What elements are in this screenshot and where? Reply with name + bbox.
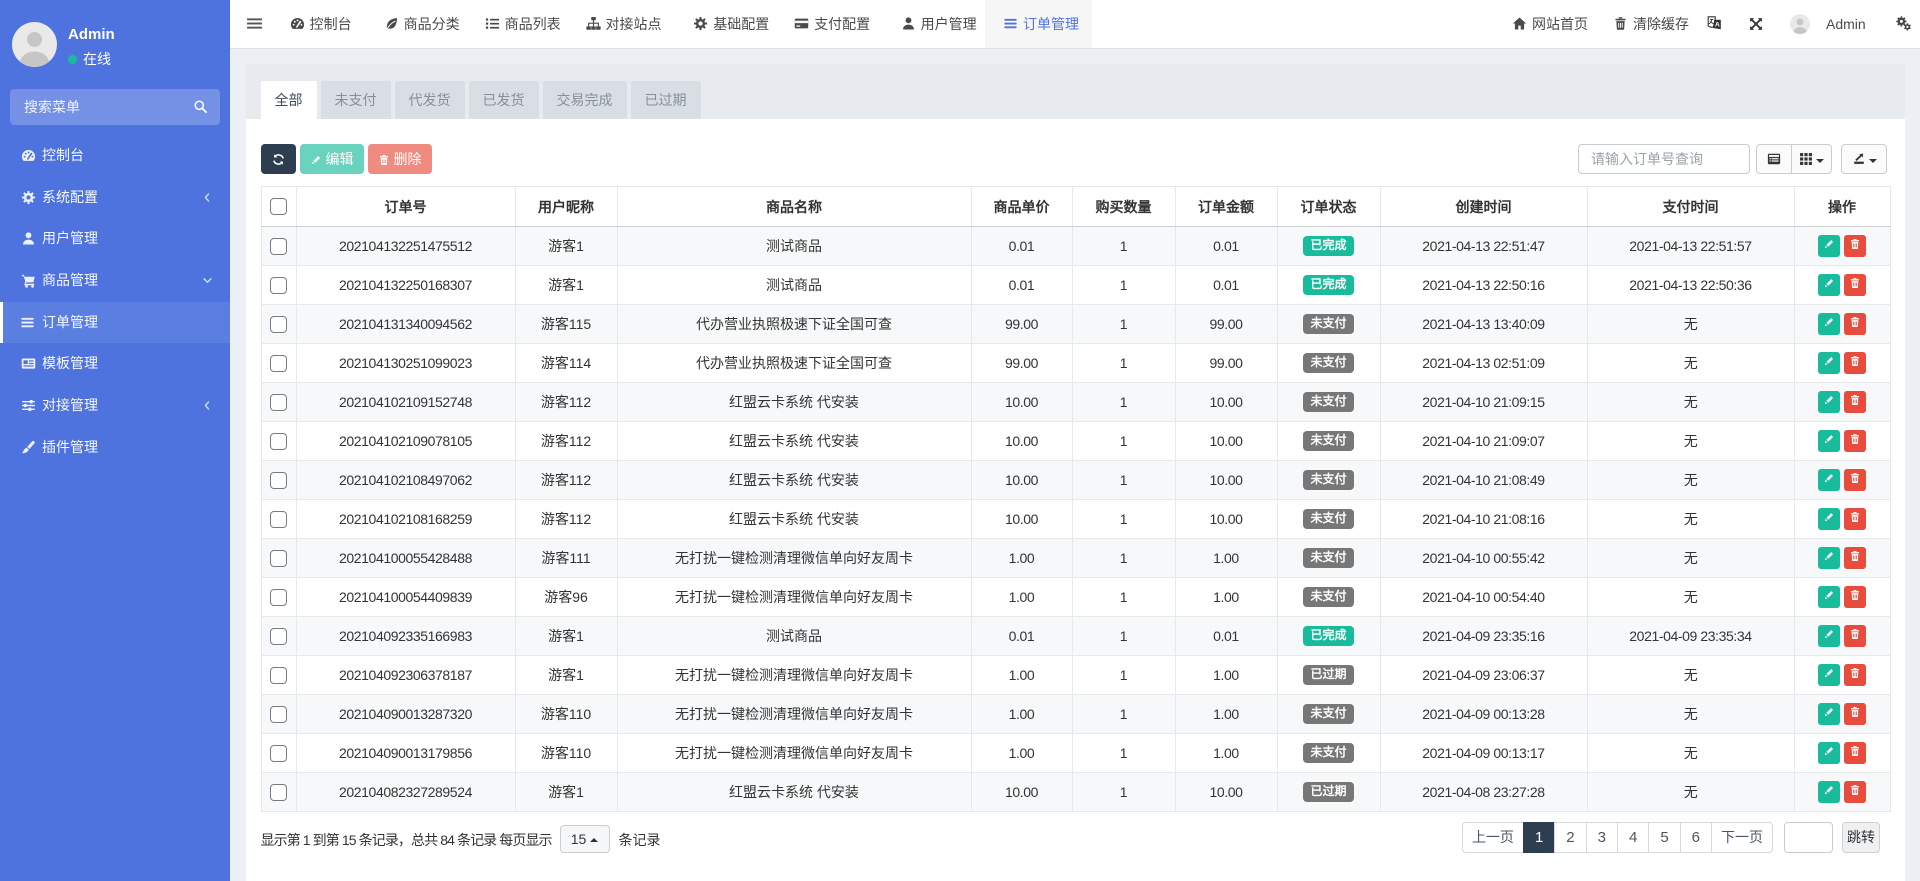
svg-text:A: A xyxy=(1715,22,1720,29)
